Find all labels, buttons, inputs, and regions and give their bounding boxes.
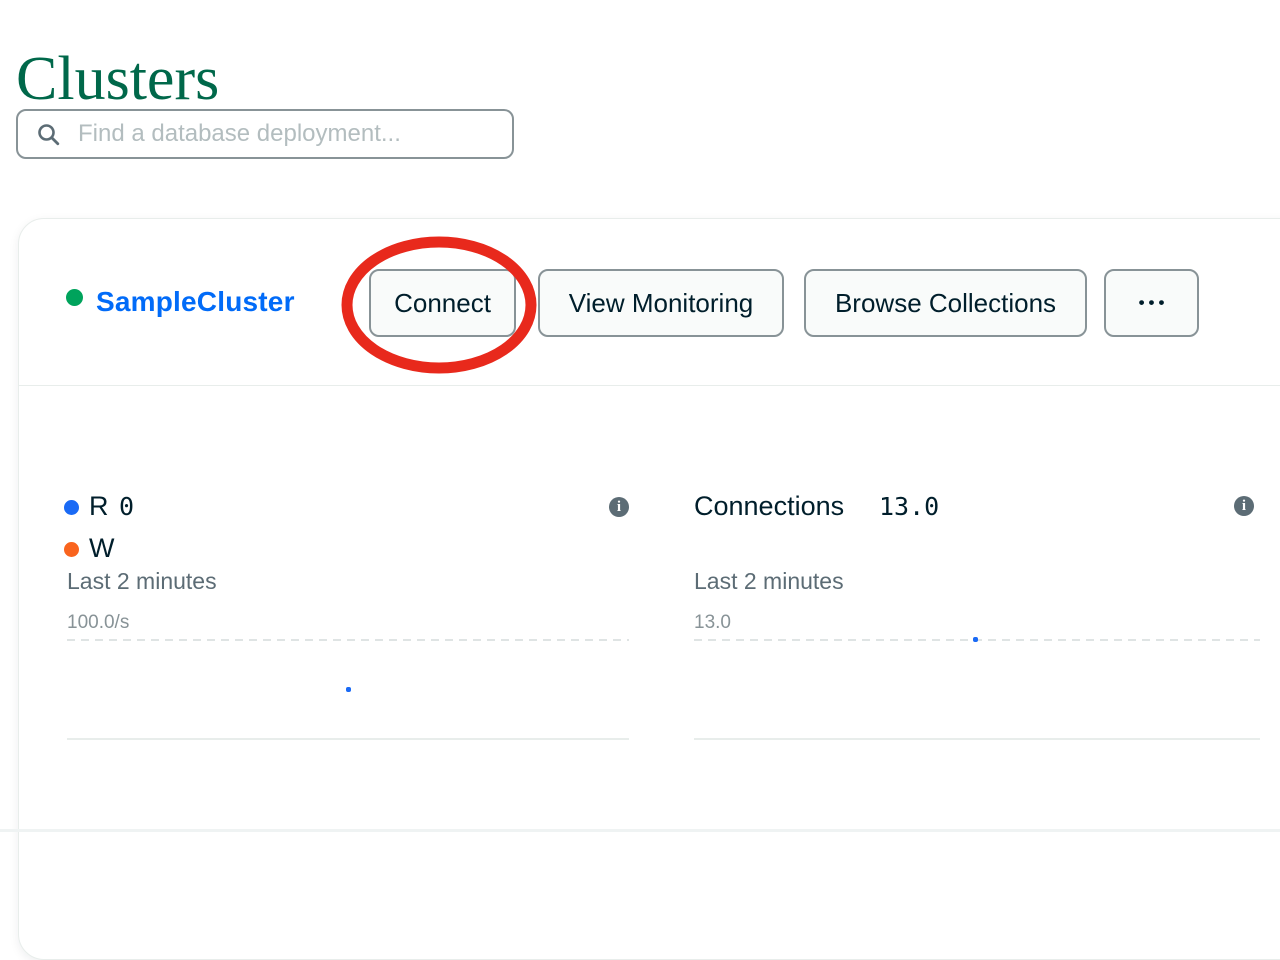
cluster-name-link[interactable]: SampleCluster bbox=[96, 285, 295, 319]
browse-collections-button[interactable]: Browse Collections bbox=[804, 269, 1087, 337]
connections-info-icon[interactable]: i bbox=[1234, 496, 1254, 516]
cluster-status-dot bbox=[66, 289, 83, 306]
read-write-gridline bbox=[67, 639, 629, 641]
connections-baseline bbox=[694, 738, 1260, 740]
connections-title: Connections bbox=[694, 491, 844, 521]
connections-axis-max-label: 13.0 bbox=[694, 611, 731, 635]
search-box[interactable] bbox=[16, 109, 514, 159]
page-title: Clusters bbox=[16, 44, 219, 114]
connections-data-point bbox=[973, 637, 978, 642]
search-input[interactable] bbox=[76, 119, 498, 149]
connections-window-label: Last 2 minutes bbox=[694, 567, 844, 595]
view-monitoring-button[interactable]: View Monitoring bbox=[538, 269, 784, 337]
write-legend-dot bbox=[64, 542, 79, 557]
cluster-card: SampleCluster Connect View Monitoring Br… bbox=[18, 218, 1280, 960]
read-legend-value: 0 bbox=[119, 492, 134, 522]
card-header-divider bbox=[19, 385, 1280, 386]
read-write-window-label: Last 2 minutes bbox=[67, 567, 217, 595]
search-icon bbox=[36, 122, 61, 147]
read-write-axis-max-label: 100.0/s bbox=[67, 611, 129, 635]
more-options-button[interactable]: ••• bbox=[1104, 269, 1199, 337]
connections-value: 13.0 bbox=[879, 492, 939, 522]
connect-button[interactable]: Connect bbox=[369, 269, 516, 337]
write-legend-label: W bbox=[89, 533, 114, 563]
read-legend-dot bbox=[64, 500, 79, 515]
read-legend-label: R bbox=[89, 491, 109, 521]
read-write-baseline bbox=[67, 738, 629, 740]
read-write-info-icon[interactable]: i bbox=[609, 497, 629, 517]
read-write-data-point bbox=[346, 687, 351, 692]
